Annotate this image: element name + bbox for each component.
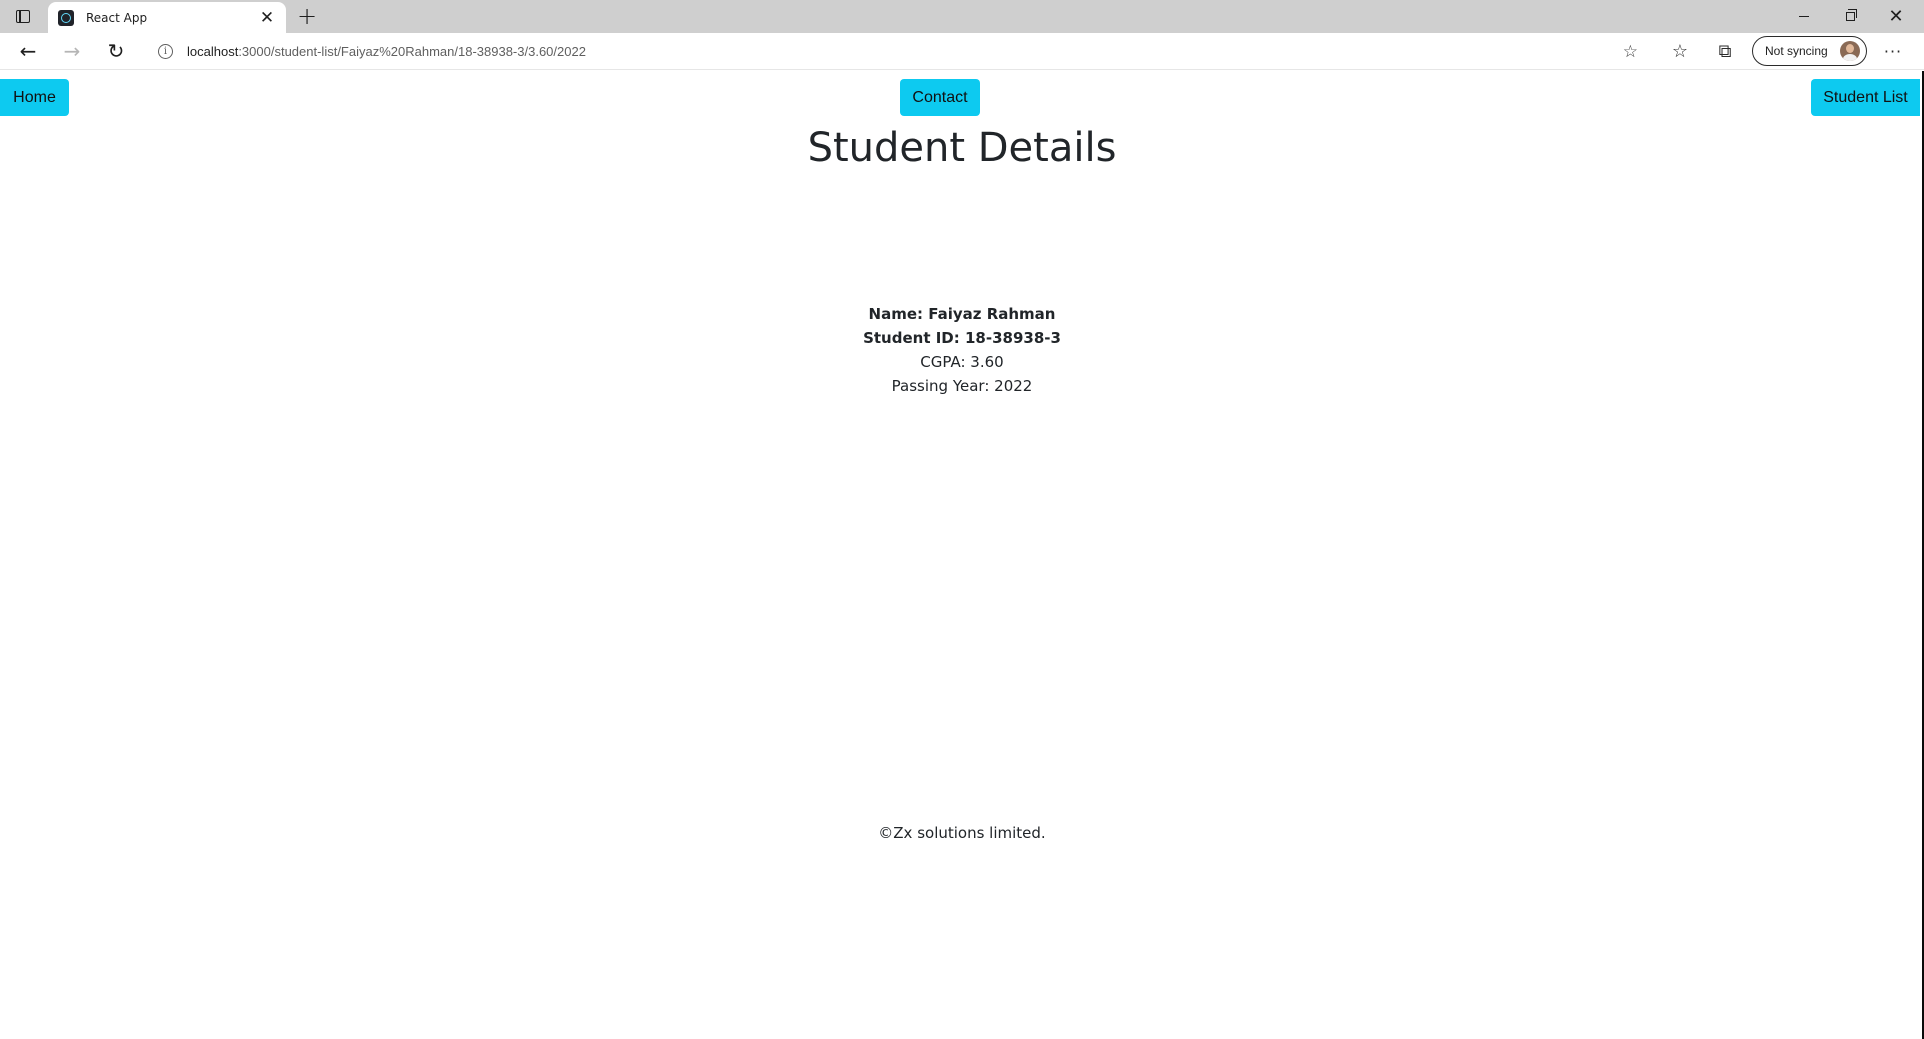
address-bar[interactable]: i localhost:3000/student-list/Faiyaz%20R… [144, 37, 1652, 66]
url-text[interactable]: localhost:3000/student-list/Faiyaz%20Rah… [187, 44, 586, 59]
profile-sync-label: Not syncing [1765, 44, 1828, 58]
student-cgpa: CGPA: 3.60 [920, 353, 1004, 371]
avatar [1840, 41, 1860, 61]
window-minimize-button[interactable] [1781, 0, 1827, 32]
student-list-button[interactable]: Student List [1811, 79, 1920, 116]
footer-copyright: ©Zx solutions limited. [878, 824, 1046, 842]
restore-icon [1845, 8, 1857, 21]
add-favorite-icon[interactable]: ☆ [1623, 42, 1638, 62]
contact-button[interactable]: Contact [900, 79, 980, 116]
student-passing-year: Passing Year: 2022 [891, 377, 1033, 395]
student-id: Student ID: 18-38938-3 [863, 329, 1061, 347]
page-content: Home Contact Student List Student Detail… [0, 71, 1924, 1039]
window-restore-button[interactable] [1827, 0, 1873, 32]
url-path: :3000/student-list/Faiyaz%20Rahman/18-38… [238, 44, 586, 59]
minimize-icon [1799, 15, 1809, 17]
favorites-icon[interactable]: ☆ [1665, 38, 1695, 64]
tab-close-icon[interactable]: ✕ [258, 8, 276, 28]
collections-icon[interactable]: ⧉ [1710, 38, 1740, 64]
window-close-button[interactable]: ✕ [1873, 0, 1919, 32]
new-tab-button[interactable]: + [293, 3, 321, 30]
site-info-icon[interactable]: i [158, 44, 173, 59]
back-arrow-icon[interactable]: ← [12, 37, 44, 65]
tab-actions-icon[interactable] [8, 4, 38, 28]
home-button[interactable]: Home [0, 79, 69, 116]
browser-titlebar: React App ✕ + ✕ [0, 0, 1924, 33]
profile-button[interactable]: Not syncing [1752, 36, 1867, 66]
more-options-icon[interactable]: ··· [1878, 38, 1908, 64]
url-host: localhost [187, 44, 239, 59]
forward-arrow-icon[interactable]: → [56, 37, 88, 65]
page-title: Student Details [807, 125, 1117, 171]
react-favicon-icon [58, 9, 74, 26]
reload-icon[interactable]: ↻ [100, 37, 132, 65]
browser-tab-active[interactable]: React App ✕ [48, 2, 286, 33]
tab-title: React App [86, 10, 148, 25]
student-details: Name: Faiyaz Rahman Student ID: 18-38938… [0, 302, 1924, 398]
browser-toolbar: ← → ↻ i localhost:3000/student-list/Faiy… [0, 33, 1924, 70]
student-name: Name: Faiyaz Rahman [868, 305, 1056, 323]
